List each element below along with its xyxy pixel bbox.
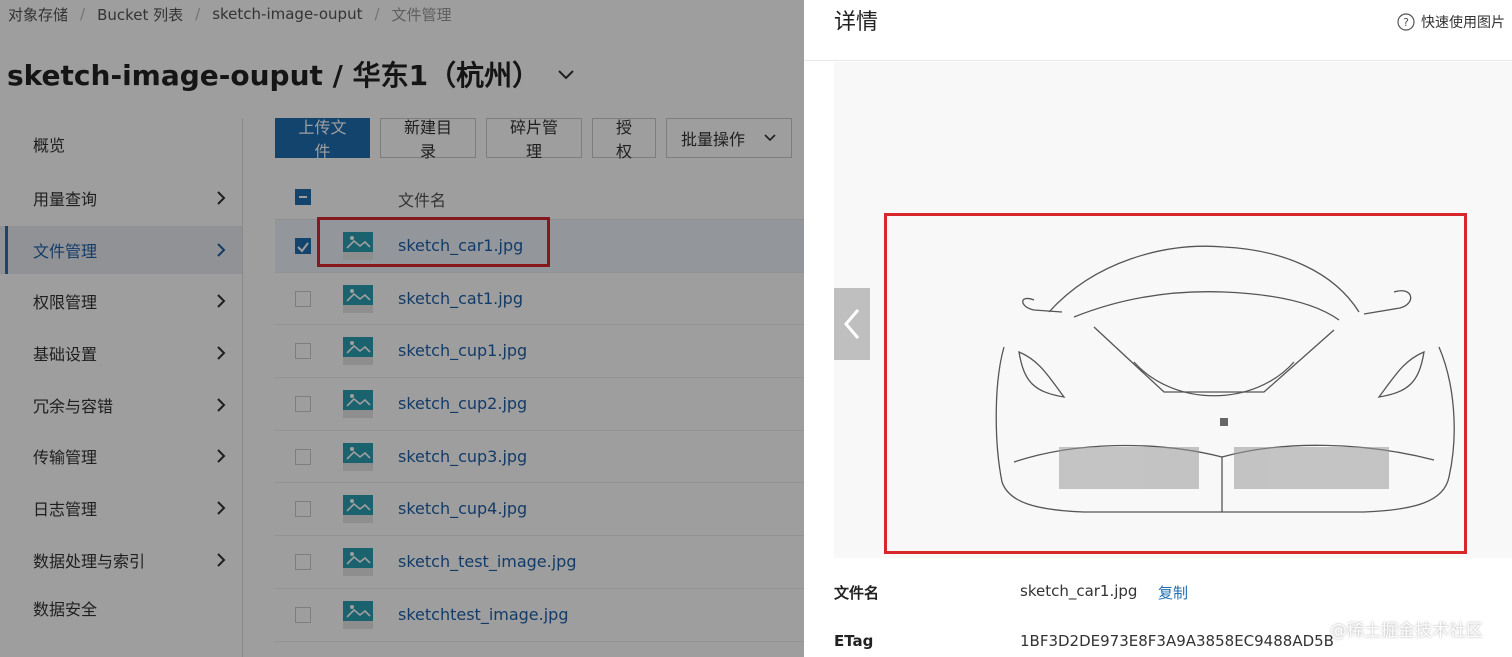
previous-image-button[interactable] (834, 288, 870, 360)
etag-label: ETag (834, 632, 874, 650)
drawer-title: 详情 (834, 10, 879, 35)
quick-start-link[interactable]: ? 快速使用图片 (1397, 12, 1505, 32)
svg-text:?: ? (1403, 16, 1409, 29)
chevron-left-icon (843, 309, 859, 339)
highlight-box-preview (884, 213, 1467, 554)
help-icon: ? (1397, 13, 1415, 31)
filename-label: 文件名 (834, 584, 880, 602)
console-app: 对象存储 / Bucket 列表 / sketch-image-ouput / … (0, 0, 804, 657)
copy-link[interactable]: 复制 (1158, 582, 1188, 603)
modal-overlay[interactable] (0, 0, 804, 657)
watermark: @稀土掘金技术社区 (1330, 621, 1483, 641)
filename-value: sketch_car1.jpg (1020, 582, 1138, 600)
drawer-divider (804, 60, 1512, 61)
quick-start-label: 快速使用图片 (1421, 15, 1505, 31)
etag-value: 1BF3D2DE973E8F3A9A3858EC9488AD5B (1020, 632, 1334, 650)
